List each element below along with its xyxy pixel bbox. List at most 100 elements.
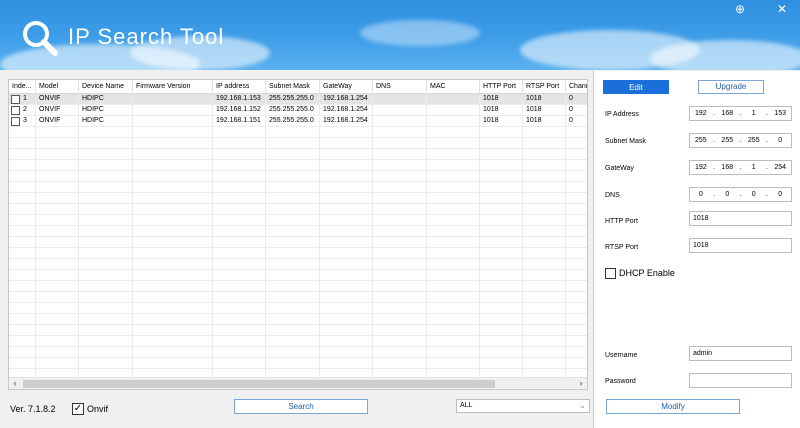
empty-cell (427, 358, 480, 368)
empty-cell (213, 204, 266, 214)
column-header-dns[interactable]: DNS (373, 80, 427, 94)
column-header-channel[interactable]: Chann (566, 80, 587, 94)
empty-cell (213, 336, 266, 346)
edit-tab-button[interactable]: Edit (603, 80, 669, 94)
empty-cell (566, 347, 587, 357)
search-button[interactable]: Search (234, 399, 368, 414)
upgrade-tab-button[interactable]: Upgrade (698, 80, 764, 94)
empty-cell (427, 149, 480, 159)
gateway-input[interactable]: 192. 168. 1. 254 (689, 160, 792, 175)
empty-cell (9, 270, 36, 280)
empty-cell (213, 237, 266, 247)
empty-cell (427, 325, 480, 335)
horizontal-scrollbar[interactable]: ‹ › (9, 377, 587, 389)
empty-cell (9, 149, 36, 159)
close-icon[interactable]: ✕ (774, 2, 790, 16)
empty-cell (373, 237, 427, 247)
column-header-ip-address[interactable]: IP address (213, 80, 266, 94)
dhcp-enable-checkbox[interactable] (605, 268, 616, 279)
column-header-firmware-version[interactable]: Firmware Version (133, 80, 213, 94)
empty-cell (213, 182, 266, 192)
empty-cell (213, 281, 266, 291)
empty-cell (480, 171, 523, 181)
empty-cell (566, 237, 587, 247)
dns-input[interactable]: 0. 0. 0. 0 (689, 187, 792, 202)
username-input[interactable]: admin (689, 346, 792, 361)
empty-cell (373, 204, 427, 214)
chevron-down-icon: ⌄ (579, 401, 586, 410)
scroll-left-icon[interactable]: ‹ (9, 378, 21, 389)
dhcp-enable-label: DHCP Enable (619, 268, 675, 278)
modify-button[interactable]: Modify (606, 399, 740, 414)
empty-cell (213, 193, 266, 203)
protocol-filter-select[interactable]: ALL ⌄ (456, 399, 590, 413)
empty-rows (9, 127, 587, 380)
empty-cell (266, 248, 320, 258)
scrollbar-thumb[interactable] (23, 380, 495, 388)
ip-address-input[interactable]: 192. 168. 1. 153 (689, 106, 792, 121)
empty-cell (79, 358, 133, 368)
empty-cell (373, 171, 427, 181)
empty-cell (133, 358, 213, 368)
empty-cell (523, 270, 566, 280)
empty-cell (9, 347, 36, 357)
password-label: Password (605, 378, 636, 385)
empty-cell (480, 303, 523, 313)
row-checkbox[interactable] (11, 94, 20, 104)
column-header-subnet-mask[interactable]: Subnet Mask (266, 80, 320, 94)
empty-cell (320, 259, 373, 269)
empty-cell (133, 325, 213, 335)
empty-table-row (9, 182, 587, 193)
rtsp-port-input[interactable]: 1018 (689, 238, 792, 253)
empty-cell (427, 292, 480, 302)
empty-cell (427, 237, 480, 247)
empty-cell (480, 237, 523, 247)
column-header-model[interactable]: Model (36, 80, 79, 94)
cell-rtsp-port: 1018 (523, 94, 566, 104)
cell-rtsp-port: 1018 (523, 105, 566, 115)
table-row[interactable]: 2 ONVIF HDIPC 192.168.1.152 255.255.255.… (9, 105, 587, 116)
empty-cell (523, 127, 566, 137)
column-header-http-port[interactable]: HTTP Port (480, 80, 523, 94)
scroll-right-icon[interactable]: › (575, 378, 587, 389)
empty-cell (36, 127, 79, 137)
pin-icon[interactable]: ⊕ (732, 2, 748, 16)
http-port-input[interactable]: 1018 (689, 211, 792, 226)
empty-cell (133, 248, 213, 258)
cell-mac (427, 94, 480, 104)
empty-cell (133, 171, 213, 181)
empty-cell (9, 314, 36, 324)
empty-cell (566, 182, 587, 192)
empty-table-row (9, 204, 587, 215)
table-row[interactable]: 1 ONVIF HDIPC 192.168.1.153 255.255.255.… (9, 94, 587, 105)
column-header-device-name[interactable]: Device Name (79, 80, 133, 94)
empty-cell (79, 149, 133, 159)
empty-cell (566, 226, 587, 236)
password-input[interactable] (689, 373, 792, 388)
column-header-gateway[interactable]: GateWay (320, 80, 373, 94)
row-checkbox[interactable] (11, 116, 20, 126)
empty-cell (320, 160, 373, 170)
column-header-rtsp-port[interactable]: RTSP Port (523, 80, 566, 94)
table-row[interactable]: 3 ONVIF HDIPC 192.168.1.151 255.255.255.… (9, 116, 587, 127)
empty-cell (9, 237, 36, 247)
row-checkbox[interactable] (11, 105, 20, 115)
empty-cell (427, 138, 480, 148)
empty-cell (320, 325, 373, 335)
empty-cell (480, 138, 523, 148)
column-header-index[interactable]: Inde... (9, 80, 36, 94)
empty-table-row (9, 138, 587, 149)
empty-cell (36, 303, 79, 313)
empty-cell (79, 259, 133, 269)
subnet-mask-input[interactable]: 255. 255. 255. 0 (689, 133, 792, 148)
row-index: 1 (23, 95, 27, 102)
empty-cell (427, 281, 480, 291)
empty-cell (133, 259, 213, 269)
column-header-mac[interactable]: MAC (427, 80, 480, 94)
empty-cell (266, 138, 320, 148)
cell-channel: 0 (569, 117, 573, 124)
row-index: 3 (23, 117, 27, 124)
empty-cell (320, 149, 373, 159)
empty-cell (480, 215, 523, 225)
onvif-checkbox[interactable]: ✓ (72, 403, 84, 415)
